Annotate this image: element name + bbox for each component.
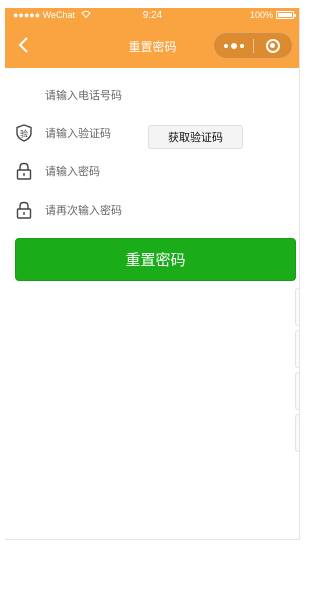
target-close-icon <box>265 38 280 53</box>
lock-icon <box>15 162 33 180</box>
battery-percent: 100% <box>249 10 273 20</box>
menu-capsule <box>213 32 293 59</box>
battery-icon <box>276 11 296 19</box>
phone-screen: ●●●●● WeChat 9:24 100% 重置密码 请输入电话号码 验 请输… <box>5 8 300 540</box>
status-bar: ●●●●● WeChat 9:24 100% <box>5 8 299 24</box>
code-row: 验 获取验证码 <box>5 118 299 149</box>
close-button[interactable] <box>254 33 292 58</box>
svg-text:验: 验 <box>20 129 28 139</box>
get-code-button[interactable]: 获取验证码 <box>148 125 243 149</box>
phone-row <box>5 80 299 110</box>
password-input[interactable] <box>45 164 185 180</box>
phone-input[interactable] <box>45 88 185 104</box>
side-edge-tab <box>295 288 299 326</box>
battery-indicator: 100% <box>249 10 296 20</box>
navigation-bar: 重置密码 <box>5 24 299 68</box>
lock-icon <box>15 201 33 219</box>
confirm-password-input[interactable] <box>45 203 185 219</box>
shield-code-icon: 验 <box>15 124 33 142</box>
password-row <box>5 156 299 186</box>
more-dots-icon <box>223 43 228 48</box>
reset-password-button[interactable]: 重置密码 <box>15 238 296 281</box>
more-button[interactable] <box>214 33 253 58</box>
more-dots-icon-center <box>230 42 237 49</box>
side-edge-tab <box>295 414 299 452</box>
confirm-password-row <box>5 195 299 225</box>
more-dots-icon-right <box>239 43 244 48</box>
side-edge-tab <box>295 372 299 410</box>
side-edge-tab <box>295 330 299 368</box>
